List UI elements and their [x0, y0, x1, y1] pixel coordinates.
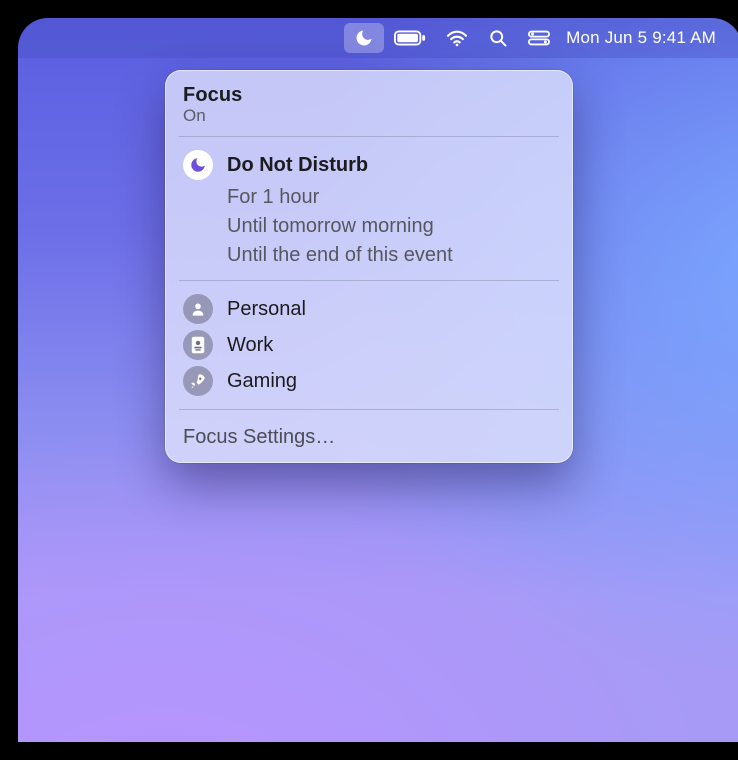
focus-mode-label: Gaming — [227, 370, 297, 393]
wifi-menu-extra[interactable] — [436, 23, 478, 53]
clock-menu-extra[interactable]: Mon Jun 5 9:41 AM — [560, 23, 726, 53]
focus-mode-label: Personal — [227, 298, 306, 321]
bezel: Mon Jun 5 9:41 AM Focus On Do Not Distur… — [0, 0, 738, 760]
popover-title: Focus — [183, 84, 555, 107]
battery-menu-extra[interactable] — [384, 23, 436, 53]
dnd-option-1-hour[interactable]: For 1 hour — [227, 183, 555, 212]
search-icon — [488, 28, 508, 48]
device-frame: Mon Jun 5 9:41 AM Focus On Do Not Distur… — [0, 0, 738, 700]
control-center-icon — [528, 30, 550, 46]
focus-mode-label: Do Not Disturb — [227, 154, 368, 177]
divider — [179, 136, 559, 137]
focus-menu-extra[interactable] — [344, 23, 384, 53]
dnd-option-end-of-event[interactable]: Until the end of this event — [227, 241, 555, 270]
control-center-menu-extra[interactable] — [518, 23, 560, 53]
focus-mode-do-not-disturb[interactable]: Do Not Disturb — [183, 147, 555, 183]
rocket-icon — [183, 366, 213, 396]
focus-mode-label: Work — [227, 334, 273, 357]
focus-mode-gaming[interactable]: Gaming — [183, 363, 555, 399]
badge-icon — [183, 330, 213, 360]
wifi-icon — [446, 29, 468, 47]
spotlight-menu-extra[interactable] — [478, 23, 518, 53]
moon-icon — [354, 28, 374, 48]
focus-mode-personal[interactable]: Personal — [183, 291, 555, 327]
desktop: Mon Jun 5 9:41 AM Focus On Do Not Distur… — [18, 18, 738, 742]
person-icon — [183, 294, 213, 324]
focus-settings-link[interactable]: Focus Settings… — [183, 420, 555, 453]
dnd-option-tomorrow-morning[interactable]: Until tomorrow morning — [227, 212, 555, 241]
popover-status: On — [183, 106, 555, 126]
focus-mode-work[interactable]: Work — [183, 327, 555, 363]
focus-popover: Focus On Do Not Disturb For 1 hour Until… — [165, 70, 573, 463]
moon-icon — [183, 150, 213, 180]
divider — [179, 280, 559, 281]
battery-icon — [394, 30, 426, 46]
date-time-text: Mon Jun 5 9:41 AM — [566, 28, 716, 48]
divider — [179, 409, 559, 410]
dnd-duration-options: For 1 hour Until tomorrow morning Until … — [183, 183, 555, 270]
menubar: Mon Jun 5 9:41 AM — [18, 18, 738, 58]
